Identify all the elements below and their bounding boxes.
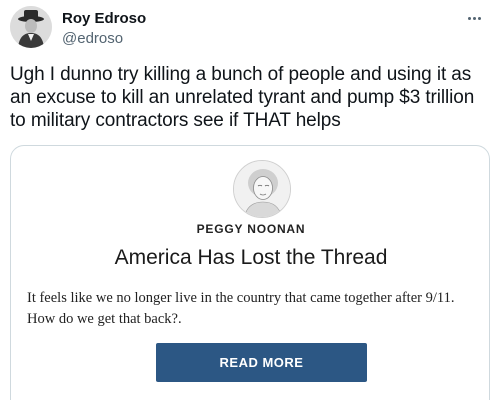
read-more-button[interactable]: READ MORE (156, 343, 367, 382)
tweet: Roy Edroso @edroso Ugh I dunno try killi… (0, 0, 500, 400)
dot (467, 16, 471, 20)
article-summary: It feels like we no longer live in the c… (27, 290, 455, 327)
dot (472, 16, 476, 20)
dot (477, 16, 481, 20)
tweet-text: Ugh I dunno try killing a bunch of peopl… (10, 64, 475, 131)
more-options-icon[interactable] (462, 8, 486, 28)
article-author: PEGGY NOONAN (196, 222, 306, 236)
display-name[interactable]: Roy Edroso (62, 10, 146, 27)
author-portrait-icon (233, 160, 291, 218)
article-headline[interactable]: America Has Lost the Thread (11, 246, 489, 270)
user-handle[interactable]: @edroso (62, 30, 123, 47)
user-avatar-icon[interactable] (10, 6, 52, 48)
link-card[interactable]: PEGGY NOONAN America Has Lost the Thread… (10, 145, 490, 400)
